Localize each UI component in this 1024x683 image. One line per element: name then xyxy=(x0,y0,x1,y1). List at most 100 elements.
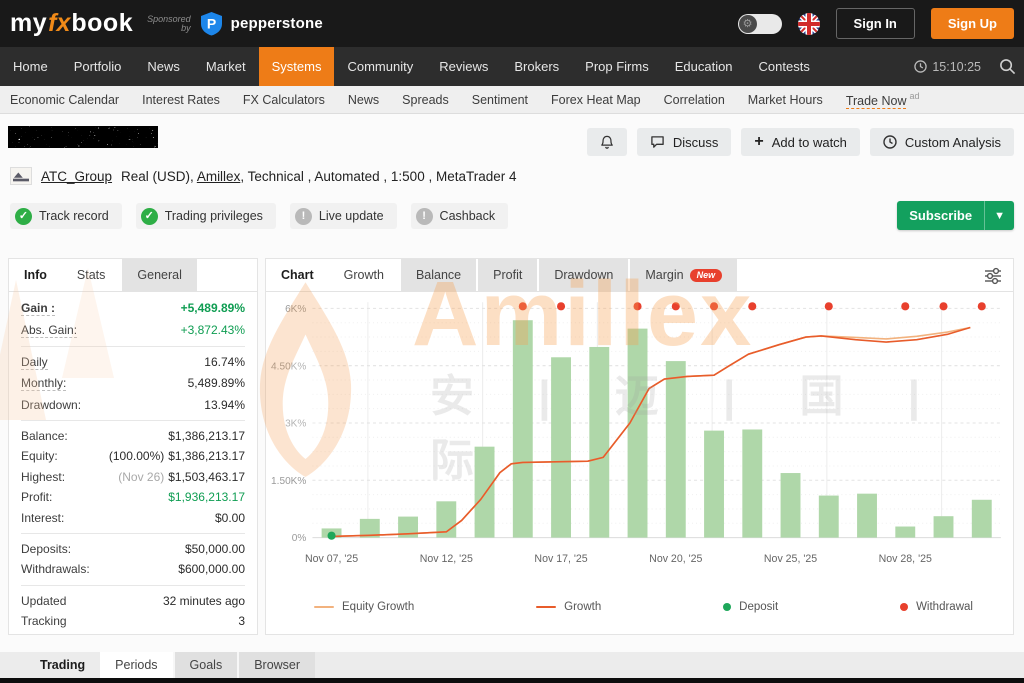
myfxbook-logo[interactable]: myfxbook xyxy=(10,9,133,38)
chart-tab-balance[interactable]: Balance xyxy=(399,259,476,291)
withdrawal-dot[interactable] xyxy=(978,302,986,310)
chart-tab-growth[interactable]: Growth xyxy=(329,259,399,291)
withdrawal-dot[interactable] xyxy=(939,302,947,310)
bottom-tab-browser[interactable]: Browser xyxy=(237,652,315,678)
bottom-tab-goals[interactable]: Goals xyxy=(173,652,238,678)
stat-row-tracking: Tracking3 xyxy=(21,611,245,631)
deposit-bar[interactable] xyxy=(628,329,648,538)
deposit-bar[interactable] xyxy=(704,431,724,538)
stat-label: Updated xyxy=(21,594,66,608)
deposit-bar[interactable] xyxy=(475,447,495,538)
owner-link[interactable]: ATC_Group xyxy=(41,169,112,184)
chevron-down-icon[interactable]: ▼ xyxy=(985,210,1014,222)
stats-tab-stats[interactable]: Stats xyxy=(62,259,121,291)
stats-panel: InfoStatsGeneral Gain :+5,489.89% Abs. Ga… xyxy=(8,258,258,635)
deposit-bar[interactable] xyxy=(895,527,915,538)
legend-equity-growth[interactable]: Equity Growth xyxy=(314,601,414,613)
withdrawal-dot[interactable] xyxy=(519,302,527,310)
custom-analysis-button[interactable]: Custom Analysis xyxy=(870,128,1014,156)
sign-up-button[interactable]: Sign Up xyxy=(931,8,1014,39)
nav-item-community[interactable]: Community xyxy=(334,47,426,86)
badge-label: Cashback xyxy=(440,209,496,223)
deposit-bar[interactable] xyxy=(742,429,762,537)
nav-item-reviews[interactable]: Reviews xyxy=(426,47,501,86)
badge-live-update[interactable]: !Live update xyxy=(290,203,397,229)
nav-item-systems[interactable]: Systems xyxy=(259,47,335,86)
badge-trading-privileges[interactable]: ✓Trading privileges xyxy=(136,203,276,229)
stat-label[interactable]: Daily xyxy=(21,355,48,370)
notifications-button[interactable] xyxy=(587,128,627,156)
sign-in-button[interactable]: Sign In xyxy=(836,8,915,39)
custom-analysis-label: Custom Analysis xyxy=(905,135,1001,150)
subnav-item-market-hours[interactable]: Market Hours xyxy=(748,93,823,107)
bottom-tab-trading[interactable]: Trading xyxy=(25,652,100,678)
chart-tab-profit[interactable]: Profit xyxy=(476,259,537,291)
withdrawal-dot[interactable] xyxy=(748,302,756,310)
new-badge: New xyxy=(690,269,723,282)
chart-tab-chart[interactable]: Chart xyxy=(266,259,329,291)
stats-tab-info[interactable]: Info xyxy=(9,259,62,291)
pepperstone-logo[interactable]: P pepperstone xyxy=(199,11,323,36)
subnav-item-news[interactable]: News xyxy=(348,93,379,107)
stat-label[interactable]: Abs. Gain: xyxy=(21,323,77,338)
nav-item-market[interactable]: Market xyxy=(193,47,259,86)
deposit-bar[interactable] xyxy=(589,347,609,538)
language-flag-icon[interactable] xyxy=(798,13,820,35)
deposit-bar[interactable] xyxy=(781,473,801,538)
legend-deposit[interactable]: Deposit xyxy=(723,601,778,613)
subnav-item-interest-rates[interactable]: Interest Rates xyxy=(142,93,220,107)
deposit-bar[interactable] xyxy=(972,500,992,538)
bottom-tab-periods[interactable]: Periods xyxy=(100,652,172,678)
legend-label: Deposit xyxy=(739,601,778,613)
nav-item-education[interactable]: Education xyxy=(662,47,746,86)
nav-item-home[interactable]: Home xyxy=(0,47,61,86)
nav-item-prop-firms[interactable]: Prop Firms xyxy=(572,47,662,86)
deposit-dot[interactable] xyxy=(328,532,336,540)
stat-row-gain: Gain :+5,489.89% xyxy=(21,298,245,319)
withdrawal-dot[interactable] xyxy=(633,302,641,310)
chart-settings-button[interactable] xyxy=(983,259,1003,292)
nav-item-contests[interactable]: Contests xyxy=(746,47,823,86)
chart-tab-margin[interactable]: MarginNew xyxy=(628,259,737,291)
withdrawal-dot[interactable] xyxy=(710,302,718,310)
chart-tab-drawdown[interactable]: Drawdown xyxy=(537,259,628,291)
withdrawal-dot[interactable] xyxy=(672,302,680,310)
deposit-bar[interactable] xyxy=(857,494,877,538)
discuss-button[interactable]: Discuss xyxy=(637,128,732,156)
check-icon: ✓ xyxy=(15,208,32,225)
deposit-bar[interactable] xyxy=(513,320,533,537)
nav-item-brokers[interactable]: Brokers xyxy=(501,47,572,86)
withdrawal-dot[interactable] xyxy=(901,302,909,310)
stat-label[interactable]: Monthly: xyxy=(21,376,66,391)
stats-tab-general[interactable]: General xyxy=(120,259,196,291)
theme-toggle[interactable]: ⚙ xyxy=(738,14,782,34)
stat-label[interactable]: Gain : xyxy=(21,301,55,316)
growth-chart[interactable]: 0%1.50K%3K%4.50K%6K%Nov 07, '25Nov 12, '… xyxy=(266,292,1013,599)
plus-icon: + xyxy=(754,133,763,151)
deposit-bar[interactable] xyxy=(666,361,686,538)
subnav-item-forex-heat-map[interactable]: Forex Heat Map xyxy=(551,93,641,107)
subnav-item-spreads[interactable]: Spreads xyxy=(402,93,449,107)
badge-cashback[interactable]: !Cashback xyxy=(411,203,509,229)
deposit-bar[interactable] xyxy=(819,496,839,538)
legend-withdrawal[interactable]: Withdrawal xyxy=(900,601,973,613)
nav-item-news[interactable]: News xyxy=(134,47,193,86)
legend-growth[interactable]: Growth xyxy=(536,601,601,613)
badge-track-record[interactable]: ✓Track record xyxy=(10,203,122,229)
withdrawal-dot[interactable] xyxy=(557,302,565,310)
subnav-item-trade-now[interactable]: Trade Nowad xyxy=(846,91,920,107)
subnav-item-economic-calendar[interactable]: Economic Calendar xyxy=(10,93,119,107)
subnav-item-sentiment[interactable]: Sentiment xyxy=(472,93,528,107)
add-to-watch-button[interactable]: + Add to watch xyxy=(741,128,860,156)
withdrawal-dot[interactable] xyxy=(825,302,833,310)
nav-item-portfolio[interactable]: Portfolio xyxy=(61,47,135,86)
deposit-bar[interactable] xyxy=(551,357,571,537)
exclamation-icon: ! xyxy=(295,208,312,225)
censored-account-title xyxy=(8,126,158,148)
subnav-item-correlation[interactable]: Correlation xyxy=(664,93,725,107)
system-link[interactable]: Amillex xyxy=(197,169,241,184)
subscribe-button[interactable]: Subscribe ▼ xyxy=(897,201,1014,230)
search-button[interactable] xyxy=(999,58,1016,75)
subnav-item-fx-calculators[interactable]: FX Calculators xyxy=(243,93,325,107)
deposit-bar[interactable] xyxy=(934,516,954,537)
